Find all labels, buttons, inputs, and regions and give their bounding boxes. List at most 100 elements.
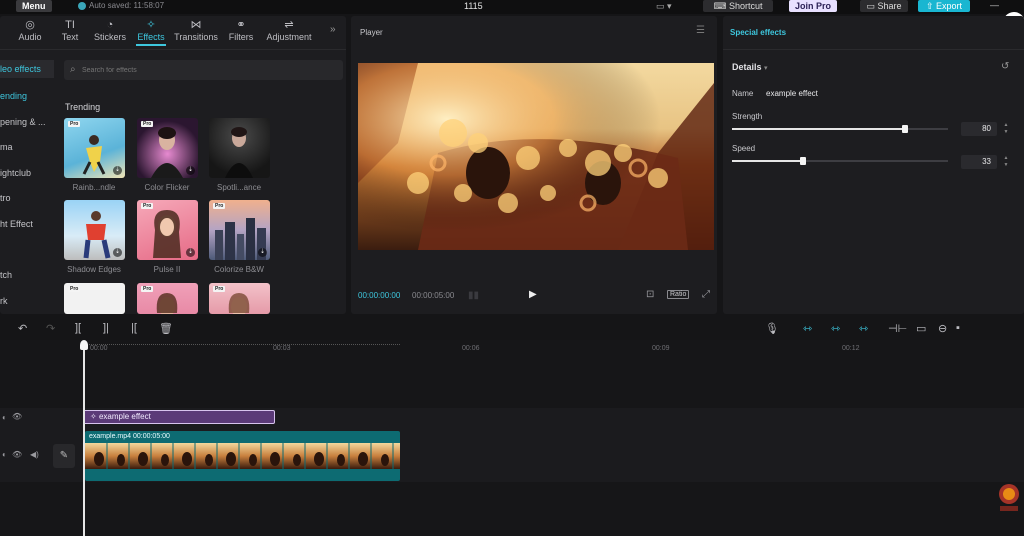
- speed-slider-handle[interactable]: [800, 157, 807, 165]
- video-clip[interactable]: example.mp4 00:00:05:00: [85, 431, 400, 481]
- download-icon[interactable]: ⇣: [258, 248, 267, 257]
- strength-input[interactable]: 80: [961, 122, 997, 136]
- speed-stepper[interactable]: ▲ ▼: [1002, 155, 1010, 169]
- effect-clip-label: example effect: [98, 412, 151, 421]
- layout-icon[interactable]: ▭ ▾: [656, 1, 672, 12]
- category-ma[interactable]: ma: [0, 138, 54, 156]
- effect-card[interactable]: [209, 118, 270, 178]
- zoom-slider-icon[interactable]: ▪: [956, 322, 960, 334]
- category-retro[interactable]: tro: [0, 189, 54, 207]
- effect-card[interactable]: Pro ⇣: [137, 200, 198, 260]
- pro-badge: Pro: [213, 203, 226, 209]
- category-trending[interactable]: ending: [0, 87, 54, 105]
- video-clip-label: example.mp4 00:00:05:00: [89, 433, 170, 440]
- total-duration: 00:00:05:00: [412, 291, 455, 300]
- minimize-icon[interactable]: —: [990, 0, 999, 10]
- search-input[interactable]: [82, 62, 337, 78]
- delete-icon[interactable]: 🗑: [159, 322, 173, 335]
- strength-slider[interactable]: [732, 125, 948, 133]
- effect-clip[interactable]: ✧ example effect: [83, 410, 275, 424]
- effect-card[interactable]: Pro ⇣: [209, 200, 270, 260]
- tab-text[interactable]: TI Text: [58, 18, 82, 42]
- track-audio-icon[interactable]: ◀): [30, 450, 39, 459]
- effect-card[interactable]: Pro: [64, 283, 125, 314]
- download-icon[interactable]: ⇣: [186, 248, 195, 257]
- microphone-icon[interactable]: 🎙: [765, 322, 779, 335]
- strength-slider-fill: [732, 128, 905, 130]
- tab-audio[interactable]: ◎ Audio: [17, 18, 43, 42]
- category-light-effect[interactable]: ht Effect: [0, 215, 54, 233]
- cloud-icon: [78, 1, 86, 10]
- audio-icon: ◎: [25, 19, 35, 31]
- tab-transitions[interactable]: ⋈ Transitions: [173, 18, 219, 42]
- tab-effects[interactable]: ✧ Effects: [136, 18, 166, 46]
- project-title[interactable]: 1115: [464, 0, 483, 12]
- redo-icon[interactable]: ↷: [46, 322, 55, 335]
- effect-card-label: Colorize B&W: [214, 265, 264, 274]
- category-opening[interactable]: pening & ...: [0, 113, 54, 131]
- video-clip-thumbnails: [85, 443, 400, 469]
- category-glitch[interactable]: tch: [0, 266, 54, 284]
- reset-icon[interactable]: ↺: [1001, 61, 1009, 72]
- download-icon[interactable]: ⇣: [186, 166, 195, 175]
- category-video-effects[interactable]: leo effects: [0, 60, 54, 78]
- effect-card[interactable]: Pro: [137, 283, 198, 314]
- track-visibility-icon[interactable]: 👁: [12, 412, 22, 421]
- search-icon: ⌕: [70, 64, 76, 75]
- shortcut-button[interactable]: ⌨ Shortcut: [703, 0, 773, 12]
- edit-cover-button[interactable]: ✎: [53, 444, 75, 468]
- name-value: example effect: [766, 89, 818, 98]
- download-icon[interactable]: ⇣: [113, 248, 122, 257]
- track-lock-icon[interactable]: ◐: [2, 450, 7, 459]
- split-right-icon[interactable]: |[: [131, 322, 137, 334]
- undo-icon[interactable]: ↶: [18, 322, 27, 335]
- more-tabs-icon[interactable]: »: [330, 24, 336, 35]
- autosave-text: Auto saved: 11:58:07: [89, 1, 165, 10]
- panel-title: Special effects: [730, 28, 787, 37]
- export-button[interactable]: ⇧ Export: [918, 0, 970, 12]
- link-main-track-icon[interactable]: ⇿: [803, 322, 812, 335]
- link-clips-icon[interactable]: ⇿: [859, 322, 868, 335]
- magnet-icon[interactable]: ⇿: [831, 322, 840, 335]
- preview-axis-icon[interactable]: ⊣⊢: [888, 322, 907, 335]
- caption-icon[interactable]: ▭: [916, 322, 926, 335]
- category-nightclub[interactable]: ightclub: [0, 164, 54, 182]
- tab-filters[interactable]: ⚭ Filters: [227, 18, 255, 42]
- tab-adjustment[interactable]: ⇌ Adjustment: [264, 18, 314, 42]
- effect-categories: leo effects ending pening & ... ma ightc…: [0, 56, 54, 314]
- join-pro-button[interactable]: Join Pro: [789, 0, 837, 12]
- zoom-out-icon[interactable]: ⊖: [938, 322, 947, 335]
- timeline-mode-icon[interactable]: ▮▮: [468, 290, 479, 301]
- download-icon[interactable]: ⇣: [113, 166, 122, 175]
- effect-card[interactable]: Pro ⇣: [137, 118, 198, 178]
- top-bar: Menu Auto saved: 11:58:07 1115 ▭ ▾ ⌨ Sho…: [0, 0, 1024, 14]
- fullscreen-icon[interactable]: ⤢: [702, 289, 710, 300]
- menu-button[interactable]: Menu: [16, 0, 52, 12]
- details-header[interactable]: Details ▾: [732, 62, 768, 72]
- tab-stickers[interactable]: ◔ Stickers: [93, 18, 127, 42]
- share-button[interactable]: ▭ Share: [860, 0, 908, 12]
- track-visibility-icon[interactable]: 👁: [12, 450, 22, 459]
- split-icon[interactable]: ][: [75, 322, 81, 334]
- search-box[interactable]: ⌕: [64, 60, 343, 80]
- strength-stepper[interactable]: ▲ ▼: [1002, 122, 1010, 136]
- details-label: Details: [732, 62, 762, 72]
- effect-card[interactable]: Pro: [209, 283, 270, 314]
- split-left-icon[interactable]: ]|: [103, 322, 109, 334]
- playhead-handle[interactable]: [80, 340, 88, 350]
- screenshot-icon[interactable]: ⊡: [646, 289, 654, 300]
- effect-card[interactable]: Pro ⇣: [64, 118, 125, 178]
- tab-label: Text: [61, 32, 79, 42]
- menu-icon[interactable]: ☰: [696, 25, 705, 36]
- speed-slider[interactable]: [732, 157, 948, 165]
- filters-icon: ⚭: [236, 19, 246, 31]
- video-preview[interactable]: [358, 63, 714, 250]
- category-dark[interactable]: rk: [0, 292, 54, 310]
- playhead[interactable]: [83, 341, 85, 536]
- play-button[interactable]: ▶: [529, 289, 537, 300]
- ratio-button[interactable]: Ratio: [667, 290, 690, 299]
- strength-slider-handle[interactable]: [901, 125, 908, 133]
- track-lock-icon[interactable]: ◐: [2, 413, 7, 422]
- effect-card[interactable]: ⇣: [64, 200, 125, 260]
- speed-input[interactable]: 33: [961, 155, 997, 169]
